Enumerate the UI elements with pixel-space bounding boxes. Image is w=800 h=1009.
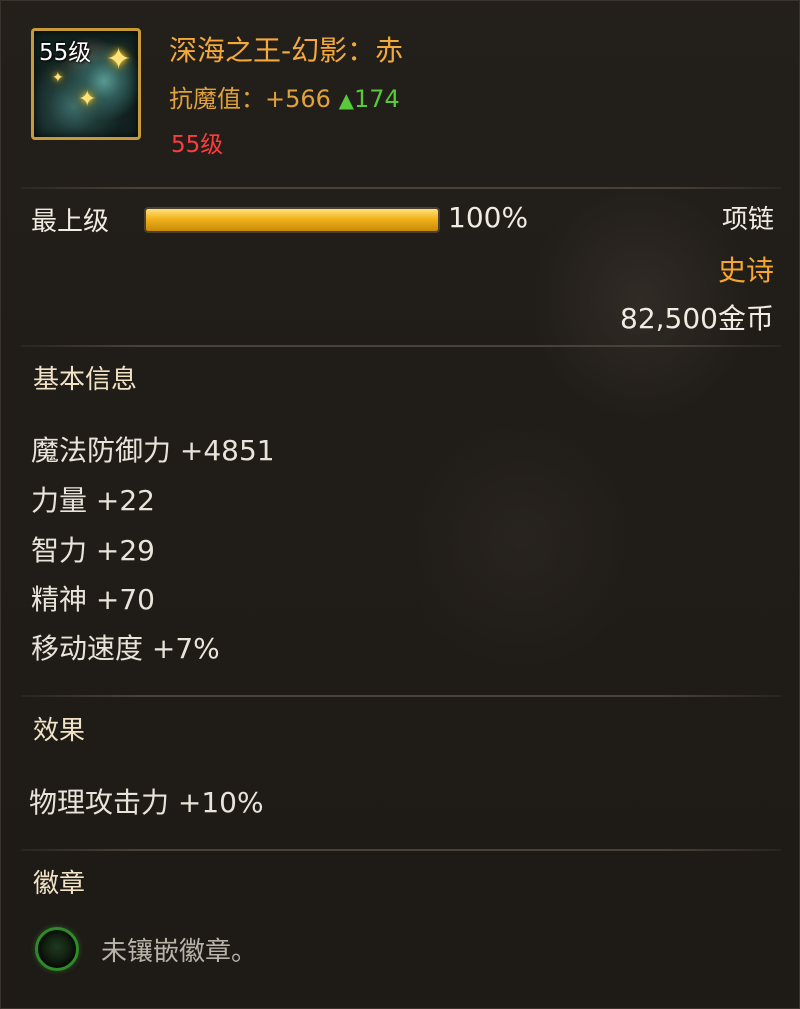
magic-resist-label: 抗魔值：	[169, 85, 265, 113]
stat-line: 力量 +22	[31, 484, 155, 517]
item-name: 深海之王-幻影：赤	[169, 34, 404, 67]
section-title-effects: 效果	[33, 716, 86, 746]
enhance-label: 最上级	[31, 207, 110, 237]
divider	[21, 695, 781, 697]
magic-resist-delta: 174	[353, 85, 400, 113]
stat-line: 精神 +70	[31, 583, 155, 616]
magic-resist-row: 抗魔值：+566 ▲174	[169, 79, 400, 114]
stat-line: 智力 +29	[31, 534, 155, 567]
sparkle-icon: ✦	[52, 70, 64, 86]
required-level: 55级	[171, 132, 224, 158]
divider	[21, 345, 781, 347]
sparkle-icon: ✦	[78, 87, 97, 112]
stat-line: 移动速度 +7%	[31, 632, 220, 665]
divider	[21, 187, 781, 189]
item-tooltip: 55级 ✦ ✦ ✦ 深海之王-幻影：赤 抗魔值：+566 ▲174 55级 最上…	[0, 0, 800, 1009]
stat-line: 魔法防御力 +4851	[31, 434, 275, 467]
sparkle-icon: ✦	[106, 42, 132, 77]
slot-type: 项链	[721, 205, 774, 235]
effect-line: 物理攻击力 +10%	[29, 786, 264, 819]
empty-emblem-socket-icon[interactable]	[35, 927, 79, 971]
necklace-icon[interactable]: 55级 ✦ ✦ ✦	[31, 28, 141, 140]
section-title-basic-info: 基本信息	[33, 365, 138, 395]
enhance-progress-fill	[146, 209, 438, 231]
magic-resist-value: +566	[265, 85, 331, 113]
divider	[21, 849, 781, 851]
up-arrow-icon: ▲	[338, 88, 354, 112]
icon-level-badge: 55级	[39, 40, 92, 66]
enhance-progress-bar	[144, 207, 440, 233]
section-title-emblem: 徽章	[33, 869, 86, 899]
enhance-progress-text: 100%	[448, 201, 529, 234]
sell-price: 82,500金币	[620, 302, 774, 335]
rarity-label: 史诗	[717, 254, 774, 287]
emblem-socket-text: 未镶嵌徽章。	[101, 937, 258, 967]
